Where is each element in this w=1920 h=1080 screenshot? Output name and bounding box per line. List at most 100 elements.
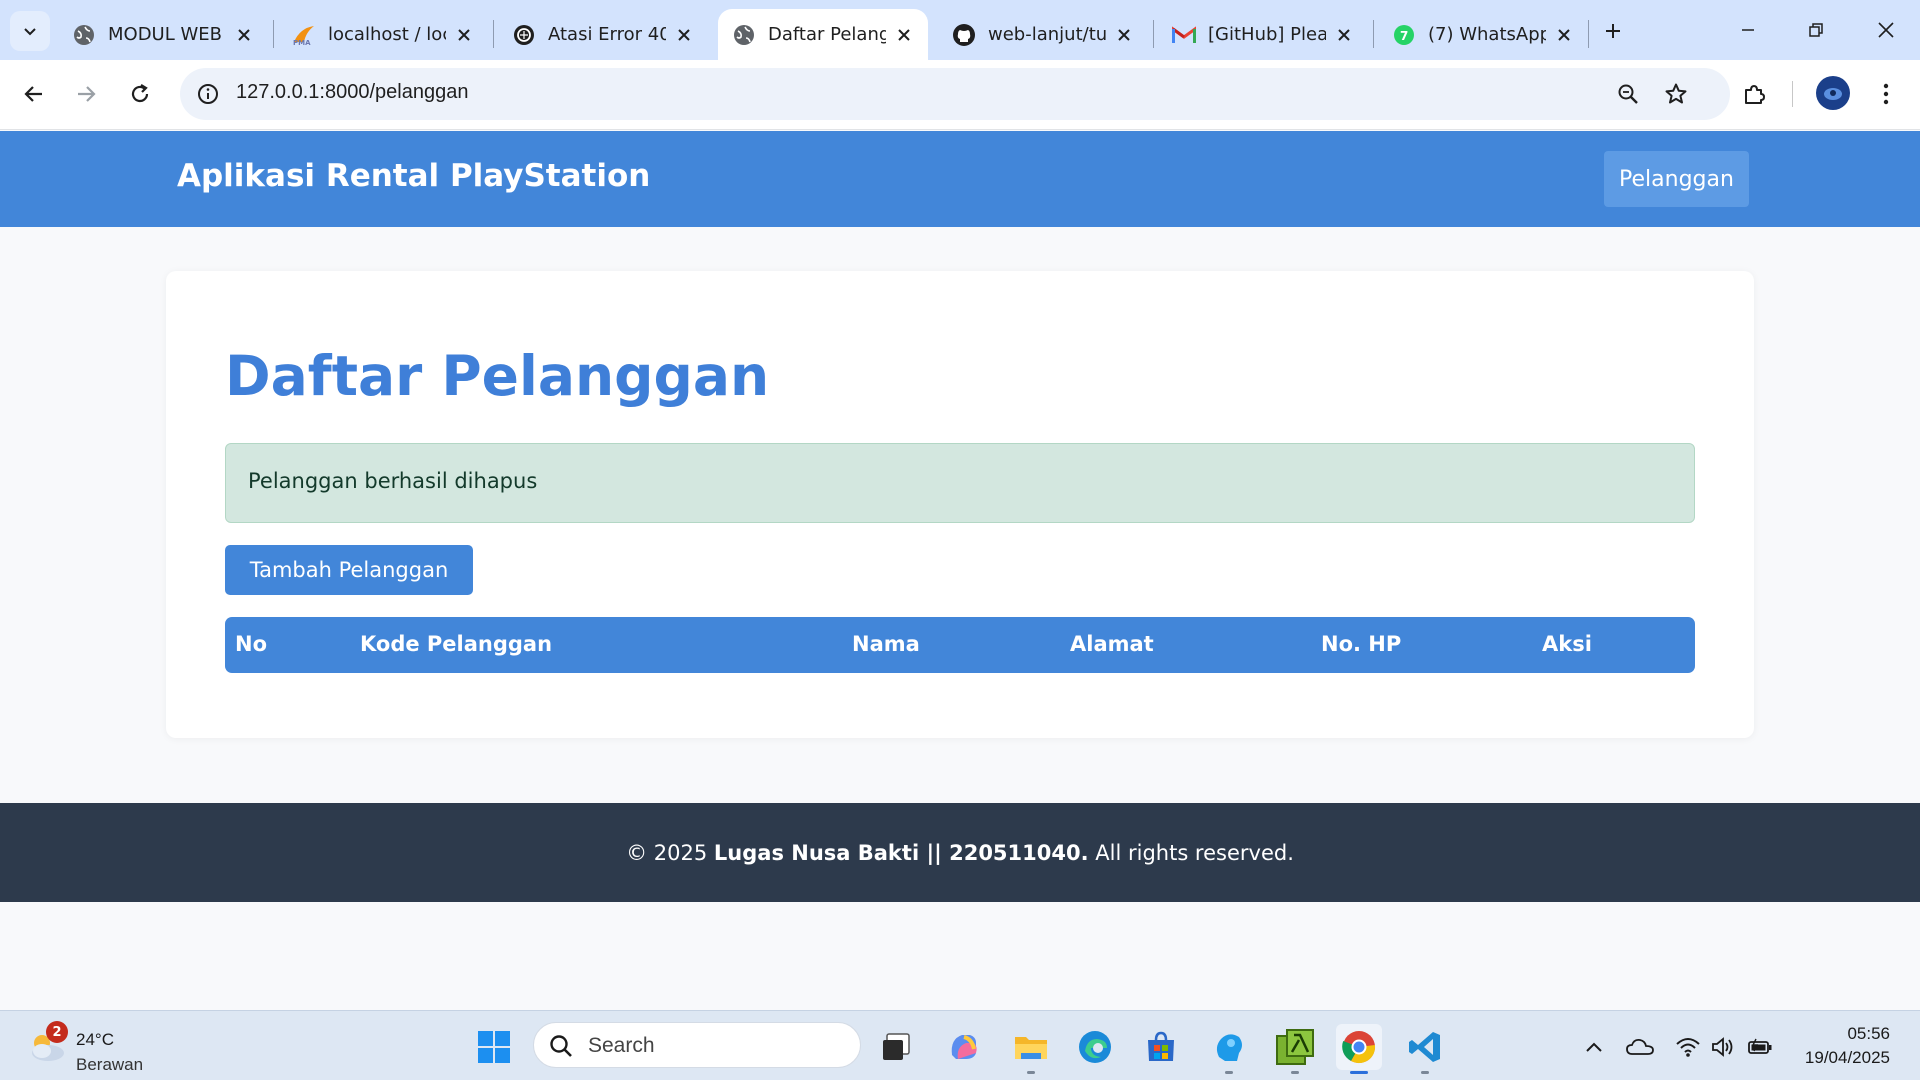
chevron-up-icon	[1586, 1042, 1602, 1052]
close-icon[interactable]	[1334, 25, 1354, 45]
notification-badge: 2	[46, 1021, 68, 1043]
close-icon[interactable]	[674, 25, 694, 45]
close-window-button[interactable]	[1852, 0, 1920, 60]
task-view-button[interactable]	[874, 1024, 920, 1070]
wifi-button[interactable]	[1674, 1033, 1702, 1061]
speaker-icon	[1712, 1037, 1733, 1057]
taskbar: 2 24°C Berawan Search 05:56 19/04/2025	[0, 1010, 1920, 1080]
taskbar-clock[interactable]: 05:56 19/04/2025	[1805, 1022, 1890, 1070]
forward-button[interactable]	[66, 74, 106, 114]
menu-button[interactable]	[1866, 74, 1906, 114]
browser-tab[interactable]: PMA localhost / loc	[278, 9, 488, 60]
browser-tab-active[interactable]: Daftar Pelanggan	[718, 9, 928, 60]
reload-icon	[131, 84, 149, 103]
copilot-icon	[951, 1035, 977, 1059]
tab-title: MODUL WEB	[108, 24, 223, 45]
info-icon[interactable]	[194, 80, 222, 108]
restore-icon	[1809, 23, 1823, 37]
app-navbar: Aplikasi Rental PlayStation Pelanggan	[0, 131, 1920, 227]
app-blue-head[interactable]	[1206, 1024, 1252, 1074]
close-icon[interactable]	[454, 25, 474, 45]
xampp-app[interactable]	[1272, 1024, 1318, 1074]
clock-date: 19/04/2025	[1804, 1048, 1890, 1067]
back-button[interactable]	[14, 74, 54, 114]
vscode-app[interactable]	[1402, 1024, 1448, 1074]
phpmyadmin-icon: PMA	[292, 23, 316, 47]
page-footer: © 2025 Lugas Nusa Bakti || 220511040. Al…	[0, 803, 1920, 902]
globe-icon	[72, 23, 96, 47]
close-icon[interactable]	[1114, 25, 1134, 45]
weather-temp: 24°C	[76, 1030, 114, 1049]
copilot-app[interactable]	[941, 1024, 987, 1070]
close-icon[interactable]	[1554, 25, 1574, 45]
avatar-icon	[1824, 88, 1842, 100]
success-alert: Pelanggan berhasil dihapus	[225, 443, 1695, 523]
battery-icon	[1748, 1038, 1772, 1054]
chrome-app[interactable]	[1336, 1024, 1382, 1074]
minimize-icon	[1742, 29, 1754, 31]
battery-button[interactable]	[1746, 1033, 1774, 1061]
column-header-nohp: No. HP	[1321, 632, 1402, 656]
browser-tab[interactable]: MODUL WEB	[58, 9, 268, 60]
lambda-icon	[1276, 1029, 1314, 1065]
head-icon	[1216, 1034, 1242, 1061]
reload-button[interactable]	[120, 74, 160, 114]
edge-app[interactable]	[1072, 1024, 1118, 1070]
plus-icon	[1606, 24, 1620, 38]
app-brand[interactable]: Aplikasi Rental PlayStation	[177, 158, 650, 194]
chrome-icon	[1342, 1031, 1376, 1064]
tab-title: localhost / loc	[328, 24, 446, 45]
footer-prefix: © 2025	[626, 840, 714, 865]
cloud-icon	[1626, 1038, 1654, 1055]
chevron-down-icon	[24, 28, 36, 36]
bookmark-button[interactable]	[1656, 74, 1696, 114]
weather-widget[interactable]: 2 24°C Berawan	[26, 1021, 156, 1074]
add-customer-button[interactable]: Tambah Pelanggan	[225, 545, 473, 595]
taskbar-search[interactable]: Search	[533, 1022, 861, 1068]
volume-button[interactable]	[1710, 1033, 1738, 1061]
close-icon[interactable]	[234, 25, 254, 45]
tab-search-button[interactable]	[10, 11, 50, 51]
puzzle-icon	[1745, 85, 1765, 104]
tab-title: Daftar Pelanggan	[768, 24, 886, 45]
minimize-button[interactable]	[1714, 0, 1782, 60]
alert-message: Pelanggan berhasil dihapus	[248, 469, 538, 493]
extensions-button[interactable]	[1734, 74, 1774, 114]
close-icon[interactable]	[894, 25, 914, 45]
svg-text:PMA: PMA	[293, 39, 311, 46]
tab-strip: MODUL WEB PMA localhost / loc Atasi Erro…	[0, 0, 1920, 60]
table-header: No Kode Pelanggan Nama Alamat No. HP Aks…	[225, 617, 1695, 673]
browser-tab[interactable]: Atasi Error 404	[498, 9, 708, 60]
zoom-button[interactable]	[1608, 74, 1648, 114]
url-text[interactable]: 127.0.0.1:8000/pelanggan	[236, 81, 468, 104]
nav-link-pelanggan[interactable]: Pelanggan	[1604, 151, 1749, 207]
onedrive-button[interactable]	[1626, 1033, 1654, 1061]
tab-title: (7) WhatsApp	[1428, 24, 1546, 45]
store-app[interactable]	[1138, 1024, 1184, 1070]
page-title: Daftar Pelanggan	[225, 344, 770, 408]
windows-icon	[478, 1031, 510, 1063]
browser-tab[interactable]: web-lanjut/tu	[938, 9, 1148, 60]
new-tab-button[interactable]	[1596, 14, 1630, 48]
browser-tab[interactable]: [GitHub] Pleas	[1158, 9, 1368, 60]
github-icon	[952, 23, 976, 47]
column-header-aksi: Aksi	[1542, 632, 1592, 656]
start-button[interactable]	[471, 1024, 517, 1070]
browser-tab[interactable]: 7 (7) WhatsApp	[1378, 9, 1588, 60]
content-card: Daftar Pelanggan Pelanggan berhasil diha…	[166, 271, 1754, 738]
restore-button[interactable]	[1782, 0, 1850, 60]
tray-overflow-button[interactable]	[1580, 1033, 1608, 1061]
profile-avatar[interactable]	[1816, 76, 1850, 110]
footer-author: Lugas Nusa Bakti || 220511040.	[713, 840, 1089, 865]
openai-icon	[512, 23, 536, 47]
clock-time: 05:56	[1847, 1024, 1890, 1043]
edge-icon	[1079, 1031, 1111, 1063]
column-header-alamat: Alamat	[1070, 632, 1154, 656]
address-bar[interactable]: 127.0.0.1:8000/pelanggan	[180, 68, 1730, 120]
wifi-icon	[1676, 1038, 1700, 1057]
whatsapp-icon: 7	[1392, 23, 1416, 47]
tab-title: Atasi Error 404	[548, 24, 666, 45]
folder-icon	[1015, 1037, 1047, 1059]
file-explorer-app[interactable]	[1008, 1024, 1054, 1074]
column-header-nama: Nama	[852, 632, 920, 656]
